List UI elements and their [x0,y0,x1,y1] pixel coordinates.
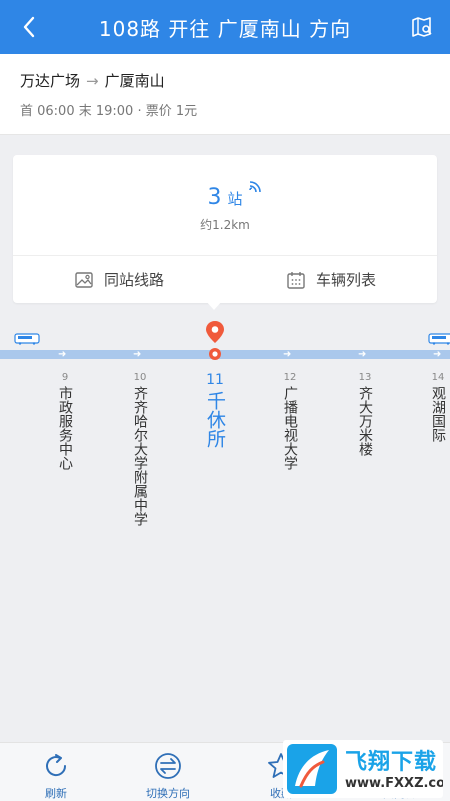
stop-number: 13 [358,372,372,383]
vehicle-list-button[interactable]: 车辆列表 [225,256,437,303]
same-station-lines-label: 同站线路 [103,271,164,289]
stop-name: 齐齐哈尔大学附属中学 [132,386,148,526]
swap-direction-icon [155,753,181,779]
direction-arrow-icon: ➜ [133,349,142,360]
direction-arrow-icon: ➜ [358,349,367,360]
page-title: 108路 开往 广厦南山 方向 [98,16,352,41]
bus-icon[interactable] [428,333,450,345]
stop-item[interactable]: 13 齐大万米楼 [353,372,377,460]
stops-away-count: 3 [207,185,222,210]
arrival-card: 3站 约1.2km 同站线路 车辆列表 [13,155,437,303]
refresh-button[interactable]: 刷新 [0,743,112,801]
watermark-url: www.FXXZ.com [345,776,443,791]
route-schedule: 首 06:00 末 19:00 · 票价 1元 [20,104,198,119]
stop-number: 14 [431,372,445,383]
stop-name: 观湖国际 [430,386,446,442]
same-station-lines-button[interactable]: 同站线路 [13,256,225,303]
route-endpoints: 万达广场 → 广厦南山 [20,70,165,91]
route-arrow: → [86,72,99,90]
map-search-icon[interactable] [410,15,434,39]
stops-away: 3站 [13,185,437,210]
route-info: 万达广场 → 广厦南山 首 06:00 末 19:00 · 票价 1元 [0,54,450,135]
direction-arrow-icon: ➜ [283,349,292,360]
distance: 约1.2km [200,218,250,232]
back-arrow-icon[interactable] [16,12,44,42]
direction-arrow-icon: ➜ [58,349,67,360]
watermark: 飞翔下载 www.FXXZ.com [283,740,443,798]
stop-number: 11 [206,372,224,388]
top-bar: 108路 开往 广厦南山 方向 [0,0,450,54]
realtime-signal-icon [249,181,261,193]
refresh-icon [46,754,67,777]
stop-number: 10 [133,372,147,383]
stop-name: 千休所 [204,391,226,448]
stop-item[interactable]: 12 广播电视大学 [278,372,302,474]
stop-name: 齐大万米楼 [357,386,373,456]
stops-away-unit: 站 [227,190,243,208]
stop-name: 市政服务中心 [57,386,73,470]
refresh-label: 刷新 [45,787,67,800]
map-image-icon [75,271,93,288]
watermark-title: 飞翔下载 [345,750,438,775]
route-from: 万达广场 [20,72,81,90]
calendar-icon [287,271,305,289]
watermark-logo-icon [287,744,337,794]
stop-item[interactable]: 9 市政服务中心 [53,372,77,474]
stop-item-current[interactable]: 11 千休所 [201,372,229,452]
direction-arrow-icon: ➜ [433,349,442,360]
bus-icon[interactable] [14,333,40,345]
card-pointer [205,300,223,310]
route-to: 广厦南山 [104,72,165,90]
stop-name: 广播电视大学 [282,386,298,470]
switch-direction-button[interactable]: 切换方向 [112,743,224,801]
stop-item[interactable]: 10 齐齐哈尔大学附属中学 [128,372,152,530]
current-location-pin-icon [206,321,224,360]
stop-number: 9 [61,372,69,383]
stop-item[interactable]: 14 观湖国际 [426,372,450,446]
stop-number: 12 [283,372,297,383]
vehicle-list-label: 车辆列表 [315,271,376,289]
switch-direction-label: 切换方向 [146,787,190,800]
